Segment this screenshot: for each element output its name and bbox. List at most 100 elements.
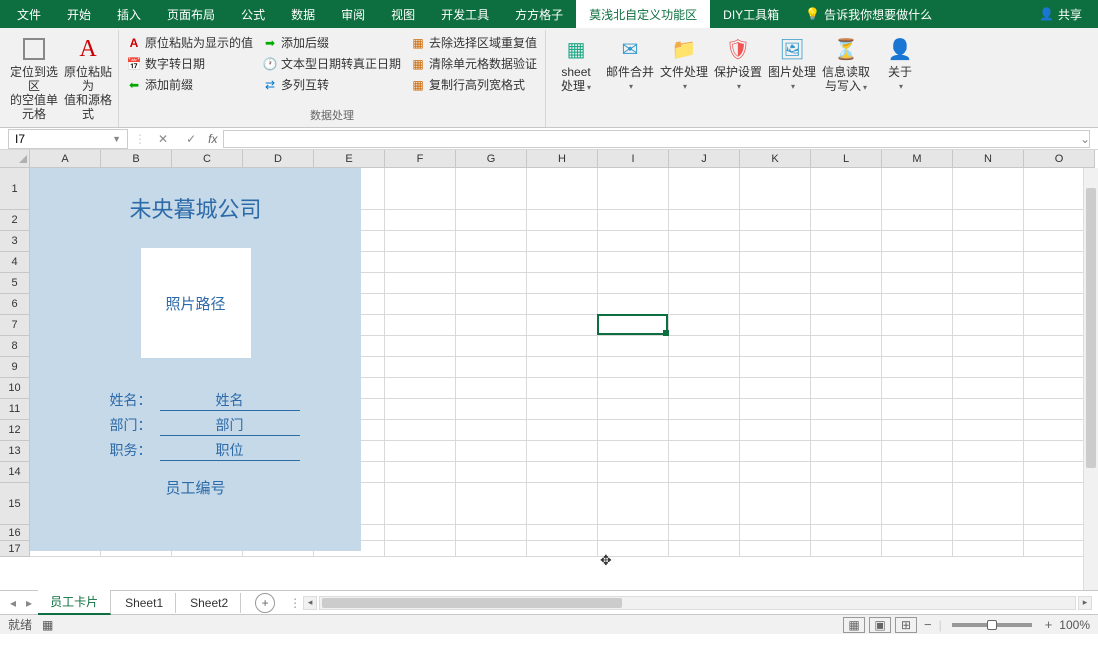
col-header[interactable]: A [30, 150, 101, 168]
cell[interactable] [740, 252, 811, 273]
tab-8[interactable]: 开发工具 [428, 0, 502, 28]
formula-input[interactable] [223, 130, 1090, 148]
scroll-left-icon[interactable]: ◂ [303, 596, 317, 610]
tab-2[interactable]: 插入 [104, 0, 154, 28]
cell[interactable] [456, 462, 527, 483]
cell[interactable] [456, 541, 527, 557]
cell[interactable] [598, 315, 669, 336]
cell[interactable] [598, 420, 669, 441]
row-header[interactable]: 5 [0, 273, 30, 294]
cell[interactable] [527, 420, 598, 441]
cell[interactable] [811, 483, 882, 525]
cell[interactable] [811, 273, 882, 294]
cell[interactable] [669, 399, 740, 420]
cell[interactable] [527, 483, 598, 525]
cell[interactable] [882, 273, 953, 294]
tab-10[interactable]: 莫浅北自定义功能区 [576, 0, 710, 28]
cell[interactable] [740, 483, 811, 525]
row-header[interactable]: 15 [0, 483, 30, 525]
multi-col-swap-button[interactable]: ⇄多列互转 [259, 74, 405, 95]
scrollbar-thumb[interactable] [1086, 188, 1096, 468]
row-header[interactable]: 7 [0, 315, 30, 336]
share-button[interactable]: 👤共享 [1039, 6, 1094, 23]
vertical-scrollbar[interactable] [1083, 168, 1098, 590]
cell[interactable] [669, 273, 740, 294]
cell[interactable] [811, 441, 882, 462]
cell[interactable] [456, 168, 527, 210]
row-header[interactable]: 17 [0, 541, 30, 557]
cell[interactable] [598, 231, 669, 252]
col-header[interactable]: G [456, 150, 527, 168]
cell[interactable] [740, 273, 811, 294]
cell[interactable] [953, 210, 1024, 231]
cell[interactable] [598, 462, 669, 483]
row-header[interactable]: 3 [0, 231, 30, 252]
row-header[interactable]: 11 [0, 399, 30, 420]
cell[interactable] [598, 294, 669, 315]
cell[interactable] [953, 420, 1024, 441]
row-header[interactable]: 2 [0, 210, 30, 231]
cell[interactable] [598, 336, 669, 357]
cell[interactable] [669, 210, 740, 231]
cell[interactable] [669, 168, 740, 210]
col-header[interactable]: N [953, 150, 1024, 168]
cell[interactable] [811, 357, 882, 378]
cell[interactable] [740, 541, 811, 557]
cell[interactable] [811, 378, 882, 399]
zoom-slider[interactable] [952, 623, 1032, 627]
locate-empty-button[interactable]: 定位到选区的空值单元格 [8, 32, 60, 124]
cell[interactable] [953, 462, 1024, 483]
cell[interactable] [527, 252, 598, 273]
cell[interactable] [527, 378, 598, 399]
col-header[interactable]: C [172, 150, 243, 168]
cell[interactable] [669, 336, 740, 357]
cell[interactable] [882, 357, 953, 378]
page-break-button[interactable]: ⊞ [895, 617, 917, 633]
cell[interactable] [953, 357, 1024, 378]
sheet-process-button[interactable]: ▦sheet处理▾ [550, 32, 602, 109]
tab-5[interactable]: 数据 [278, 0, 328, 28]
cell[interactable] [882, 315, 953, 336]
zoom-level[interactable]: 100% [1059, 618, 1090, 632]
col-header[interactable]: M [882, 150, 953, 168]
cell[interactable] [669, 462, 740, 483]
cell[interactable] [385, 441, 456, 462]
nav-last-icon[interactable]: ▸ [22, 596, 36, 610]
col-header[interactable]: O [1024, 150, 1095, 168]
cell[interactable] [385, 210, 456, 231]
cell[interactable] [740, 168, 811, 210]
cell[interactable] [811, 462, 882, 483]
cell[interactable] [882, 336, 953, 357]
protect-button[interactable]: 🛡保护设置▾ [712, 32, 764, 109]
tab-1[interactable]: 开始 [54, 0, 104, 28]
add-sheet-button[interactable]: + [255, 593, 275, 613]
cell[interactable] [882, 399, 953, 420]
tab-6[interactable]: 审阅 [328, 0, 378, 28]
cell[interactable] [598, 210, 669, 231]
scrollbar-thumb[interactable] [322, 598, 622, 608]
cell[interactable] [598, 399, 669, 420]
cell[interactable] [598, 273, 669, 294]
cell[interactable] [882, 168, 953, 210]
cell[interactable] [385, 168, 456, 210]
cell[interactable] [385, 541, 456, 557]
row-header[interactable]: 10 [0, 378, 30, 399]
col-header[interactable]: E [314, 150, 385, 168]
cell[interactable] [740, 399, 811, 420]
mail-merge-button[interactable]: ✉邮件合并▾ [604, 32, 656, 109]
col-header[interactable]: L [811, 150, 882, 168]
col-header[interactable]: B [101, 150, 172, 168]
cell[interactable] [527, 168, 598, 210]
cell[interactable] [740, 315, 811, 336]
row-header[interactable]: 16 [0, 525, 30, 541]
remove-dup-button[interactable]: ▦去除选择区域重复值 [407, 32, 541, 53]
cell[interactable] [882, 525, 953, 541]
page-layout-button[interactable]: ▣ [869, 617, 891, 633]
row-header[interactable]: 12 [0, 420, 30, 441]
scroll-right-icon[interactable]: ▸ [1078, 596, 1092, 610]
col-header[interactable]: F [385, 150, 456, 168]
cell[interactable] [598, 168, 669, 210]
col-header[interactable]: J [669, 150, 740, 168]
cell[interactable] [598, 357, 669, 378]
fx-icon[interactable]: fx [208, 132, 217, 146]
